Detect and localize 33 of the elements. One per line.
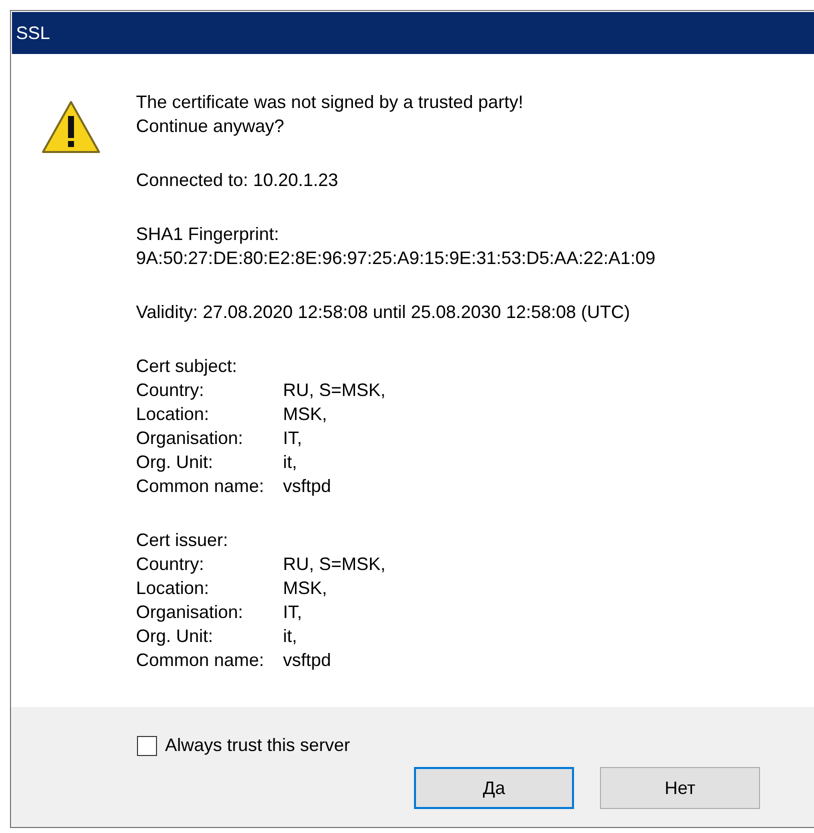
field-label: Organisation: (136, 427, 244, 450)
message-text: Continue anyway? (136, 115, 284, 138)
warning-icon (41, 100, 101, 154)
yes-button[interactable]: Да (414, 767, 574, 809)
field-value: RU, S=MSK, (283, 379, 386, 402)
field-label: Country: (136, 379, 206, 402)
fingerprint-label: SHA1 Fingerprint: (136, 223, 280, 246)
field-value: RU, S=MSK, (283, 553, 386, 576)
validity-text: Validity: 27.08.2020 12:58:08 until 25.08.2030 12:58:08 (UTC) (136, 301, 630, 324)
field-value: vsftpd (283, 475, 332, 498)
field-label: Common name: (136, 649, 266, 672)
window-title: SSL (12, 12, 814, 54)
field-value: IT, (283, 601, 302, 624)
field-value: it, (283, 451, 298, 474)
field-label: Org. Unit: (136, 625, 214, 648)
field-label: Organisation: (136, 601, 244, 624)
section-heading: Cert subject: (136, 355, 238, 378)
field-label: Location: (136, 577, 210, 600)
message-text: The certificate was not signed by a trusted party! (136, 91, 524, 114)
field-value: IT, (283, 427, 302, 450)
field-value: MSK, (283, 577, 328, 600)
field-label: Location: (136, 403, 210, 426)
section-heading: Cert issuer: (136, 529, 228, 552)
field-value: vsftpd (283, 649, 332, 672)
field-label: Org. Unit: (136, 451, 214, 474)
field-value: MSK, (283, 403, 328, 426)
field-label: Country: (136, 553, 206, 576)
field-label: Common name: (136, 475, 266, 498)
field-value: it, (283, 625, 298, 648)
fingerprint-value: 9A:50:27:DE:80:E2:8E:96:97:25:A9:15:9E:31:53:D5:AA:22:A1:09 (136, 247, 656, 270)
always-trust-checkbox[interactable]: Always trust this server (137, 735, 814, 756)
no-button[interactable]: Нет (600, 767, 760, 809)
connected-text: Connected to: 10.20.1.23 (136, 169, 338, 192)
